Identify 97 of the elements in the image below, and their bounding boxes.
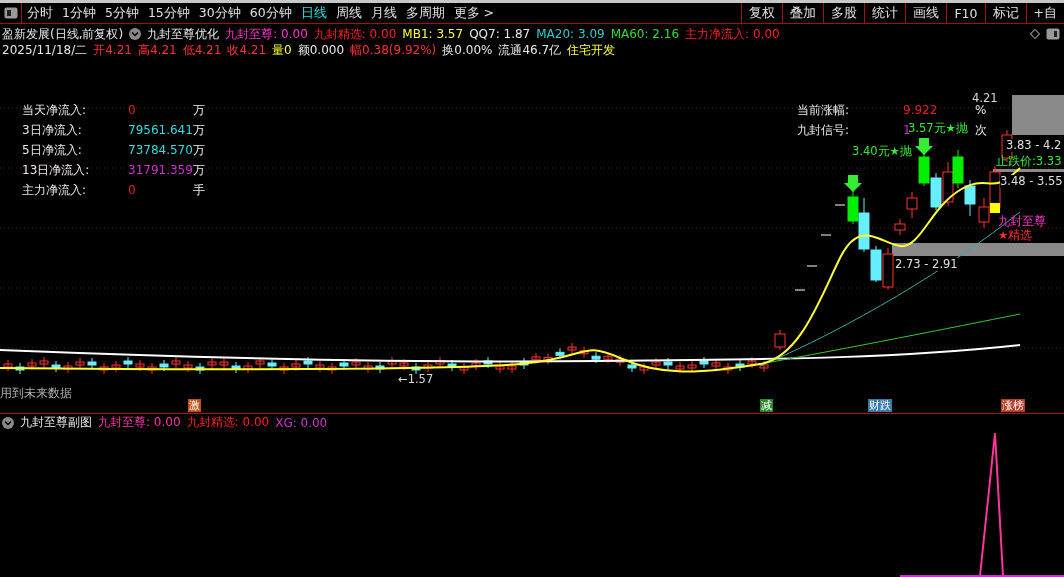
diamond-icon[interactable] [1030,29,1040,39]
toolbar-button[interactable]: 统计 [864,3,906,23]
limit-up-dash [794,289,806,291]
price-zone [993,169,1064,172]
chart-annotation: 3.57元★抛 [908,122,968,135]
indicator-value: 九封精选: 0.00 [186,414,270,431]
chevron-circle-icon[interactable] [129,28,142,40]
flow-unit: 万 [193,102,205,118]
signal-marker: 减 [760,399,773,412]
sub-chart-title: 九封至尊副图 [20,414,92,431]
limit-up-dash [834,204,846,206]
indicator-value: 主力净流入: 0.00 [685,25,780,43]
flow-unit: 万 [193,122,205,138]
chart-annotation: 3.48 - 3.55 [1000,175,1063,188]
panel-toggle-icon[interactable] [1046,28,1060,40]
period-tab[interactable]: 1分钟 [62,4,96,22]
quote-field: 住宅开发 [567,41,616,59]
flow-label: 13日净流入: [22,162,90,178]
toolbar-button[interactable]: +自 [1025,3,1064,23]
toolbar-button[interactable]: 叠加 [782,3,824,23]
signal-marker: 激 [188,399,201,412]
quote-field: 开4.21 [93,41,132,59]
indicator-value: MA60: 2.16 [610,27,680,41]
flow-value: 0 [128,102,136,118]
candlestick [882,247,894,291]
signal-unit: % [975,102,987,118]
chart-annotation: 3.40元★抛 [852,145,912,158]
indicator-value: MA20: 3.09 [536,27,605,41]
indicator-value: 九封精选: 0.00 [313,25,397,43]
indicator-value: 九封至尊: 0.00 [225,25,308,43]
period-tab[interactable]: 5分钟 [104,4,139,22]
signal-square [990,203,1000,213]
signal-marker: 财跌 [868,399,892,412]
period-tab[interactable]: 15分钟 [147,4,190,22]
flow-label: 当天净流入: [22,102,87,118]
toolbar-button[interactable]: F10 [946,3,985,23]
period-tab[interactable]: 60分钟 [249,4,292,22]
future-data-note: 用到未来数据 [0,385,72,402]
flow-unit: 万 [193,162,205,178]
indicator-value: XG: 0.00 [275,415,328,430]
limit-up-dash [806,265,818,267]
price-zone [1012,95,1064,135]
flow-value: 73784.570 [128,142,193,158]
chart-annotation: 止跌价:3.33 [996,155,1062,168]
flow-label: 3日净流入: [22,122,82,138]
indicator-value: 九封至尊: 0.00 [98,414,181,431]
quote-field: 额0.000 [297,41,345,59]
candlestick [774,329,786,351]
panel-toggle-icon[interactable] [3,7,18,19]
chart-annotation: ←1.57 [398,373,434,386]
chart-annotation: ★精选 [998,229,1033,242]
indicator-value: QQ7: 1.87 [469,27,531,41]
period-tab[interactable]: 日线 [300,4,327,22]
candlestick [952,149,964,189]
flow-value: 31791.359 [128,162,193,178]
stock-title: 盈新发展(日线,前复权) [2,25,124,43]
signal-label: 九封信号: [797,122,850,138]
signal-label: 当前涨幅: [797,102,850,118]
chart-annotation: 2.73 - 2.91 [895,258,958,271]
quote-date: 2025/11/18/二 [2,41,88,59]
chevron-circle-icon[interactable] [2,416,14,429]
candlestick [930,172,942,211]
quote-field: 高4.21 [137,41,177,59]
quote-field: 量0 [272,41,292,59]
flow-label: 主力净流入: [22,182,87,198]
period-tab[interactable]: 30分钟 [198,4,241,22]
candlestick [964,179,976,217]
flow-value: 79561.641 [128,122,193,138]
down-arrow-icon [915,138,933,155]
down-arrow-icon [844,175,862,192]
period-tab[interactable]: 月线 [370,4,397,22]
toolbar-button[interactable]: 画线 [905,3,947,23]
period-tab[interactable]: 更多 > [453,4,495,22]
chart-annotation: 4.21 [972,92,998,105]
flow-unit: 手 [193,182,205,198]
signal-unit: 次 [975,122,987,138]
indicator-name: 九封至尊优化 [147,25,220,43]
signal-value: 9.922 [903,102,938,118]
chart-annotation: 3.83 - 4.2 [1006,139,1062,152]
quote-field: 流通46.7亿 [498,41,562,59]
chart-annotation: 九封至尊 [998,215,1046,228]
quote-field: 收4.21 [227,41,267,59]
limit-up-dash [820,234,832,236]
quote-field: 换0.00% [442,41,493,59]
toolbar-button[interactable]: 标记 [984,3,1026,23]
period-tab[interactable]: 周线 [335,4,362,22]
period-tab[interactable]: 分时 [27,4,53,22]
quote-field: 幅0.38(9.92%) [350,41,437,59]
toolbar-button[interactable]: 多股 [823,3,865,23]
period-tab[interactable]: 多周期 [405,4,445,22]
flow-label: 5日净流入: [22,142,82,158]
signal-marker: 涨榜 [1001,399,1025,412]
toolbar-button[interactable]: 复权 [741,3,783,23]
flow-value: 0 [128,182,136,198]
flow-unit: 万 [193,142,205,158]
quote-field: 低4.21 [182,41,222,59]
indicator-value: MB1: 3.57 [402,27,464,41]
